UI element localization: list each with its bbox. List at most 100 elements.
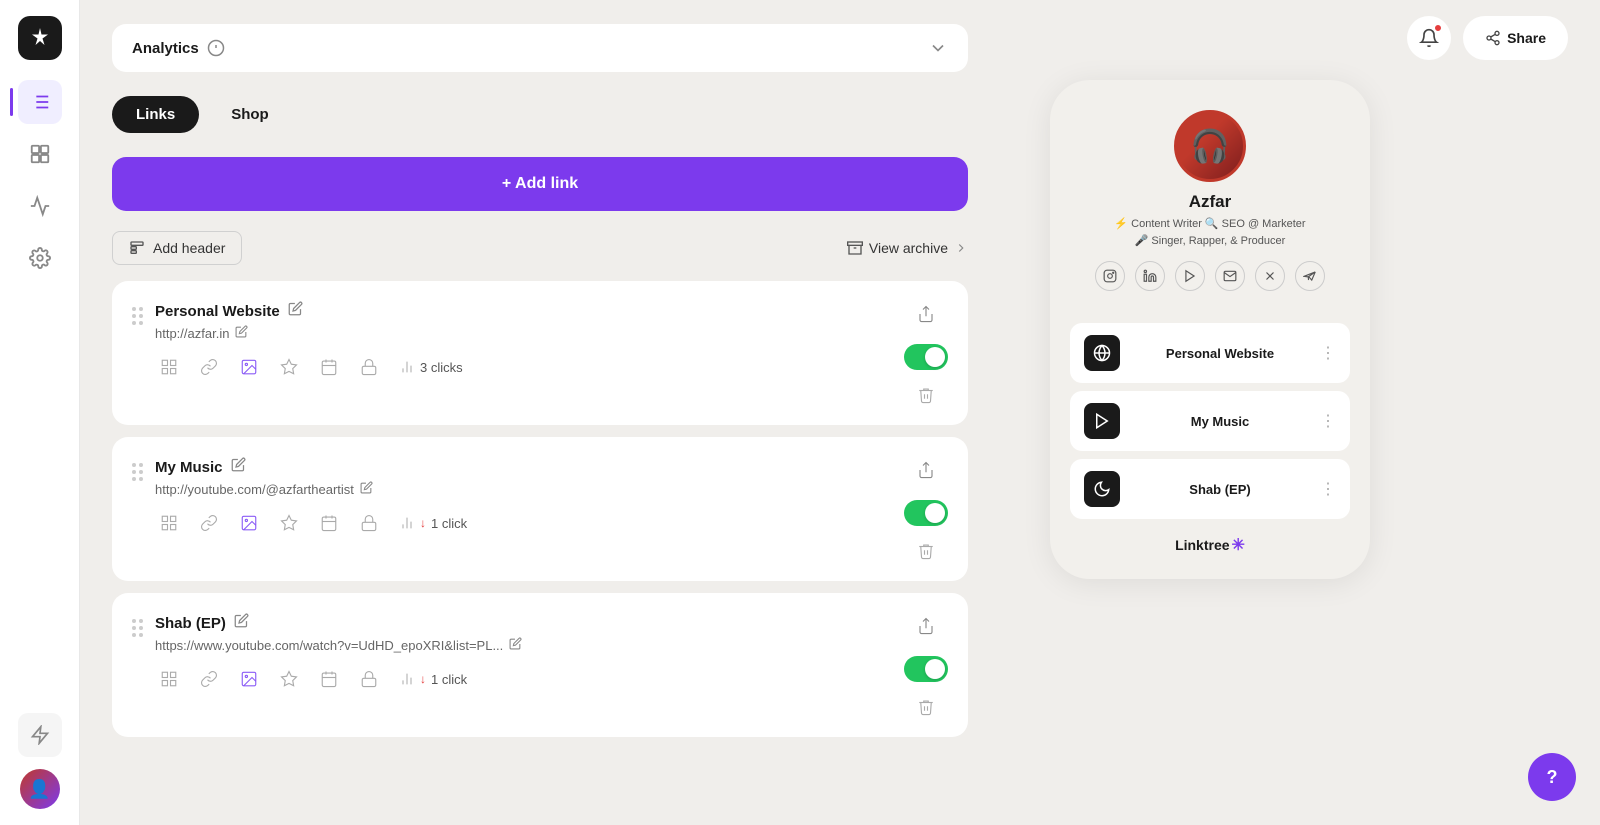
link-card-personal-website: Personal Website http://azfar.in bbox=[112, 281, 968, 425]
down-trend-3: ↓ bbox=[420, 672, 426, 686]
phone-mockup: 🎧 Azfar ⚡ Content Writer 🔍 SEO @ Markete… bbox=[1050, 80, 1370, 579]
url-edit-icon-2[interactable] bbox=[360, 481, 373, 497]
lightning-button[interactable] bbox=[18, 713, 62, 757]
clicks-info-1: 3 clicks bbox=[399, 359, 463, 375]
card-right-3 bbox=[904, 613, 948, 721]
social-icon-email[interactable] bbox=[1215, 261, 1245, 291]
profile-bio: ⚡ Content Writer 🔍 SEO @ Marketer 🎤 Sing… bbox=[1114, 216, 1305, 249]
preview-link-personal-website[interactable]: Personal Website ⋮ bbox=[1070, 323, 1350, 383]
user-avatar[interactable]: 👤 bbox=[20, 769, 60, 809]
tool-schedule-3[interactable] bbox=[315, 665, 343, 693]
preview-link-shab-ep[interactable]: Shab (EP) ⋮ bbox=[1070, 459, 1350, 519]
card-share-1[interactable] bbox=[917, 305, 935, 328]
card-title-2: My Music bbox=[155, 459, 223, 476]
preview-link-more-2[interactable]: ⋮ bbox=[1320, 411, 1336, 431]
tool-star-1[interactable] bbox=[275, 353, 303, 381]
card-title-3: Shab (EP) bbox=[155, 615, 226, 632]
card-share-2[interactable] bbox=[917, 461, 935, 484]
toggle-1[interactable] bbox=[904, 344, 948, 370]
tool-layout-3[interactable] bbox=[155, 665, 183, 693]
down-trend-2: ↓ bbox=[420, 516, 426, 530]
preview-link-label-1: Personal Website bbox=[1132, 346, 1308, 361]
card-tools-1: 3 clicks bbox=[155, 353, 892, 381]
card-edit-icon-3[interactable] bbox=[234, 613, 249, 633]
drag-handle-3[interactable] bbox=[132, 613, 143, 637]
tool-star-3[interactable] bbox=[275, 665, 303, 693]
card-title-row-2: My Music bbox=[155, 457, 892, 477]
drag-handle-2[interactable] bbox=[132, 457, 143, 481]
view-archive-button[interactable]: View archive bbox=[847, 240, 968, 256]
card-body-3: Shab (EP) https://www.youtube.com/watch?… bbox=[155, 613, 892, 693]
notification-button[interactable] bbox=[1407, 16, 1451, 60]
preview-link-icon-moon bbox=[1084, 471, 1120, 507]
card-tools-2: ↓ 1 click bbox=[155, 509, 892, 537]
toggle-2[interactable] bbox=[904, 500, 948, 526]
preview-link-label-3: Shab (EP) bbox=[1132, 482, 1308, 497]
link-card-my-music: My Music http://youtube.com/@azfartheart… bbox=[112, 437, 968, 581]
card-delete-2[interactable] bbox=[917, 542, 935, 565]
clicks-count-1: 3 clicks bbox=[420, 360, 463, 375]
card-delete-3[interactable] bbox=[917, 698, 935, 721]
help-button[interactable]: ? bbox=[1528, 753, 1576, 801]
clicks-info-3: ↓ 1 click bbox=[399, 671, 467, 687]
sidebar-item-settings[interactable] bbox=[18, 236, 62, 280]
card-share-3[interactable] bbox=[917, 617, 935, 640]
tool-link-3[interactable] bbox=[195, 665, 223, 693]
share-label: Share bbox=[1507, 30, 1546, 46]
tool-schedule-1[interactable] bbox=[315, 353, 343, 381]
preview-link-my-music[interactable]: My Music ⋮ bbox=[1070, 391, 1350, 451]
tool-layout-2[interactable] bbox=[155, 509, 183, 537]
notification-dot bbox=[1434, 24, 1442, 32]
drag-handle-1[interactable] bbox=[132, 301, 143, 325]
tool-schedule-2[interactable] bbox=[315, 509, 343, 537]
toggle-3[interactable] bbox=[904, 656, 948, 682]
tool-link-1[interactable] bbox=[195, 353, 223, 381]
card-title-1: Personal Website bbox=[155, 303, 280, 320]
card-edit-icon-2[interactable] bbox=[231, 457, 246, 477]
card-url-1: http://azfar.in bbox=[155, 325, 892, 341]
tool-lock-3[interactable] bbox=[355, 665, 383, 693]
card-url-3: https://www.youtube.com/watch?v=UdHD_epo… bbox=[155, 637, 892, 653]
tab-shop[interactable]: Shop bbox=[207, 96, 293, 133]
tool-image-3[interactable] bbox=[235, 665, 263, 693]
add-link-button[interactable]: + Add link bbox=[112, 157, 968, 211]
preview-link-more-1[interactable]: ⋮ bbox=[1320, 343, 1336, 363]
card-edit-icon-1[interactable] bbox=[288, 301, 303, 321]
tool-link-2[interactable] bbox=[195, 509, 223, 537]
sidebar-item-links[interactable] bbox=[18, 80, 62, 124]
card-title-row-1: Personal Website bbox=[155, 301, 892, 321]
share-button[interactable]: Share bbox=[1463, 16, 1568, 60]
card-title-row-3: Shab (EP) bbox=[155, 613, 892, 633]
card-right-2 bbox=[904, 457, 948, 565]
tab-links[interactable]: Links bbox=[112, 96, 199, 133]
url-edit-icon-3[interactable] bbox=[509, 637, 522, 653]
tool-lock-2[interactable] bbox=[355, 509, 383, 537]
tab-bar: Links Shop bbox=[112, 96, 968, 133]
add-header-button[interactable]: Add header bbox=[112, 231, 242, 265]
tool-image-2[interactable] bbox=[235, 509, 263, 537]
sidebar-item-pages[interactable] bbox=[18, 132, 62, 176]
preview-link-icon-play bbox=[1084, 403, 1120, 439]
tool-star-2[interactable] bbox=[275, 509, 303, 537]
clicks-count-3: 1 click bbox=[431, 672, 467, 687]
card-tools-3: ↓ 1 click bbox=[155, 665, 892, 693]
preview-link-icon-globe bbox=[1084, 335, 1120, 371]
social-icon-telegram[interactable] bbox=[1295, 261, 1325, 291]
tool-lock-1[interactable] bbox=[355, 353, 383, 381]
social-icon-instagram[interactable] bbox=[1095, 261, 1125, 291]
social-icon-x[interactable] bbox=[1255, 261, 1285, 291]
sidebar-item-analytics[interactable] bbox=[18, 184, 62, 228]
card-body-2: My Music http://youtube.com/@azfartheart… bbox=[155, 457, 892, 537]
main-content: Analytics Links Shop + Add link bbox=[80, 0, 1000, 825]
sidebar-logo[interactable] bbox=[18, 16, 62, 60]
view-archive-label: View archive bbox=[869, 240, 948, 256]
preview-link-label-2: My Music bbox=[1132, 414, 1308, 429]
card-delete-1[interactable] bbox=[917, 386, 935, 409]
linktree-footer: Linktree✳ bbox=[1070, 535, 1350, 555]
social-icon-linkedin[interactable] bbox=[1135, 261, 1165, 291]
url-edit-icon-1[interactable] bbox=[235, 325, 248, 341]
tool-layout-1[interactable] bbox=[155, 353, 183, 381]
preview-link-more-3[interactable]: ⋮ bbox=[1320, 479, 1336, 499]
tool-image-1[interactable] bbox=[235, 353, 263, 381]
social-icon-youtube[interactable] bbox=[1175, 261, 1205, 291]
